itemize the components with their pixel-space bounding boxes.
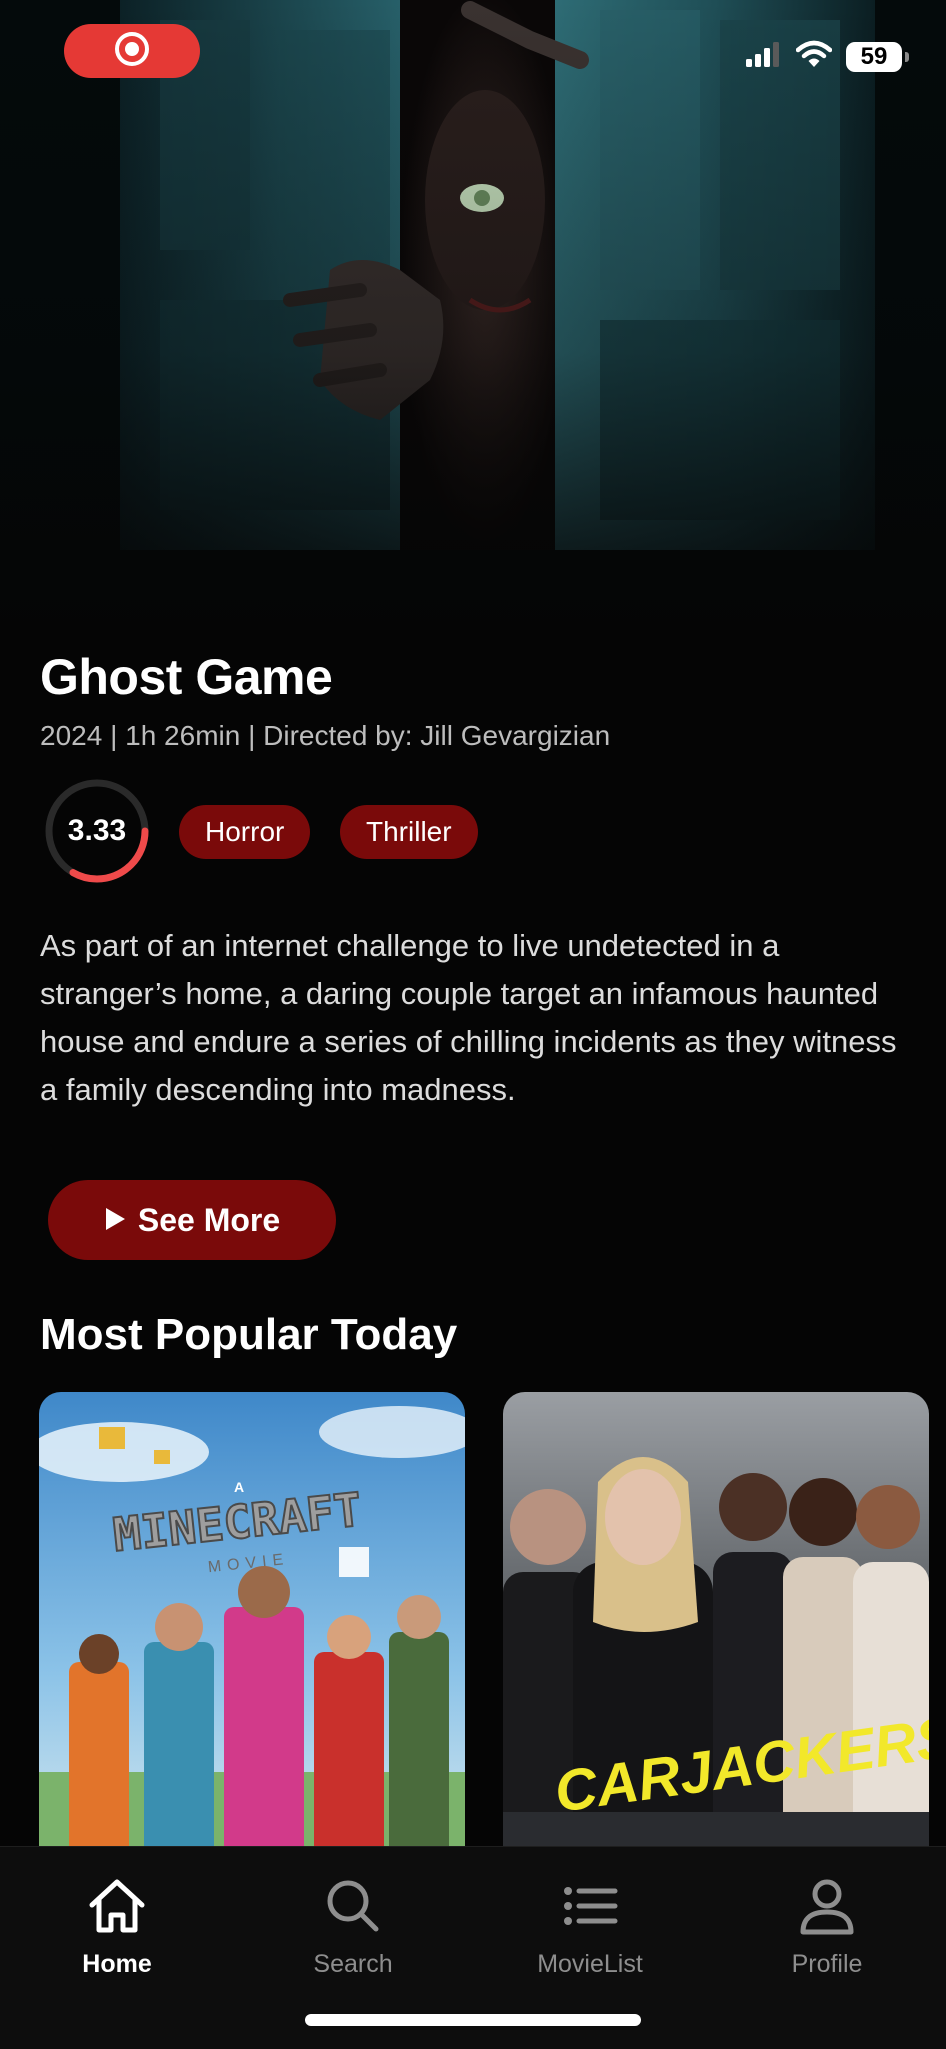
home-indicator [305,2014,641,2026]
battery-indicator: 59 [846,41,909,72]
see-more-label: See More [137,1201,281,1238]
tab-profile[interactable]: Profile [727,1877,927,1979]
home-icon [86,1877,148,1942]
search-icon [322,1877,384,1942]
movie-meta: 2024 | 1h 26min | Directed by: Jill Geva… [40,720,611,751]
rating-value: 3.33 [67,814,127,847]
movie-title: Ghost Game [40,649,333,705]
genre-chip-thriller[interactable]: Thriller [340,805,478,859]
tab-home-label: Home [82,1950,152,1978]
tab-movielist[interactable]: MovieList [490,1877,690,1979]
profile-icon [796,1877,858,1942]
tab-home[interactable]: Home [17,1877,217,1979]
minecraft-poster-image: A MINECRAFT MOVIE [39,1392,465,1862]
genre-chip-horror[interactable]: Horror [179,805,311,859]
list-icon [559,1877,621,1942]
screen-recording-indicator[interactable] [64,24,200,78]
rating-ring: 3.33 [42,776,152,886]
tab-movielist-label: MovieList [537,1950,643,1978]
record-icon [113,30,151,73]
poster-minecraft[interactable]: A MINECRAFT MOVIE [39,1392,465,1862]
wifi-icon [795,40,833,73]
status-bar: 59 [0,0,946,110]
status-icons: 59 [746,40,909,73]
play-icon [104,1202,126,1239]
movie-description: As part of an internet challenge to live… [40,928,897,1107]
see-more-button[interactable]: See More [48,1180,336,1260]
tab-profile-label: Profile [791,1950,863,1978]
poster-carjackers[interactable]: CARJACKERS [503,1392,929,1862]
section-title-most-popular: Most Popular Today [40,1310,458,1359]
tab-bar: Home Search MovieList Profile [0,1846,946,2049]
tab-search[interactable]: Search [253,1877,453,1979]
cellular-signal-icon [746,41,782,72]
carjackers-poster-image: CARJACKERS [503,1392,929,1862]
minecraft-logo-a: A [234,1479,244,1495]
tab-search-label: Search [313,1950,393,1978]
